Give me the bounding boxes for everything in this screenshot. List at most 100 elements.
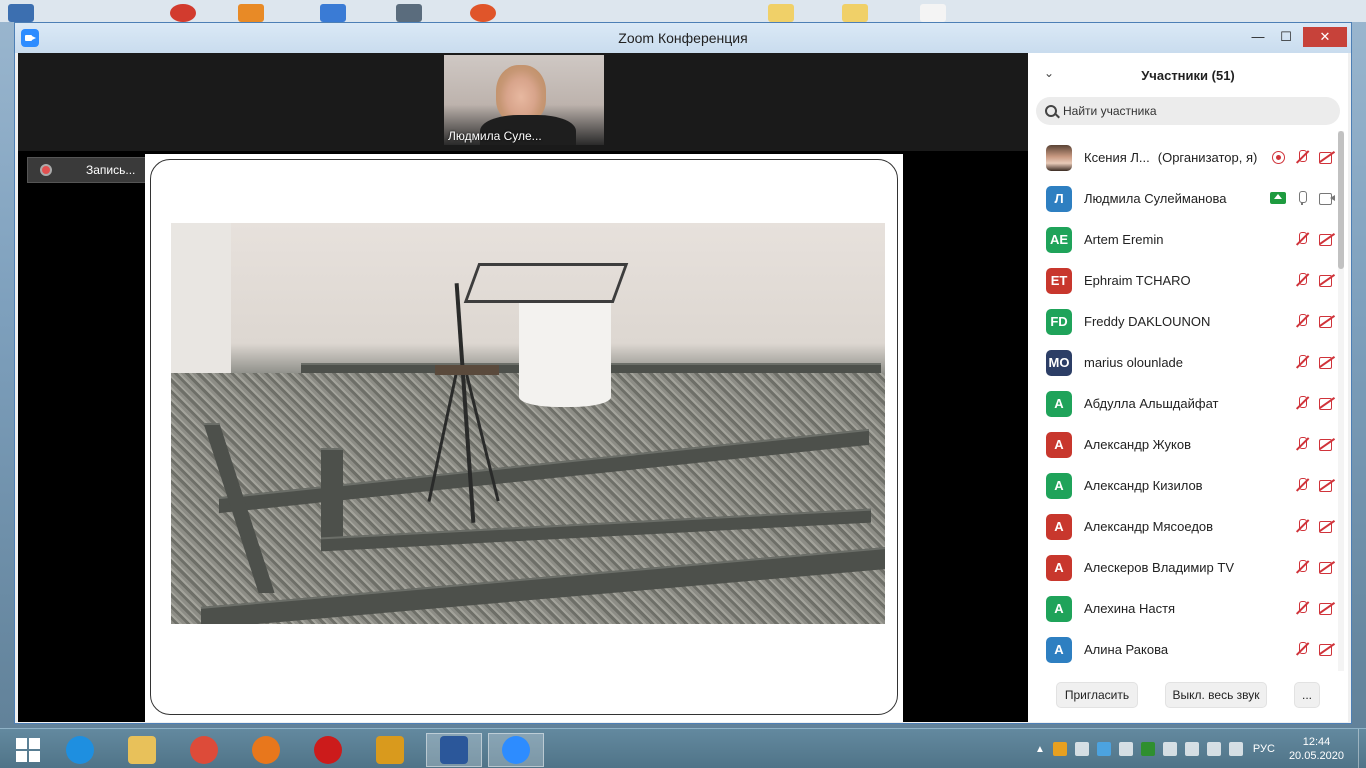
language-indicator[interactable]: РУС [1253, 743, 1275, 755]
desktop-shortcut-icon[interactable] [170, 4, 196, 22]
more-options-button[interactable]: ... [1294, 682, 1320, 708]
archive-icon-glyph [376, 736, 404, 764]
participant-row[interactable]: MO marius olounlade [1028, 342, 1338, 383]
minimize-button[interactable]: — [1245, 27, 1271, 47]
document-icon[interactable] [920, 4, 946, 22]
microphone-muted-icon[interactable] [1294, 559, 1310, 575]
network-icon[interactable] [1206, 742, 1221, 756]
desktop-shortcut-icon[interactable] [238, 4, 264, 22]
tray-expand-icon[interactable]: ▲ [1035, 744, 1045, 755]
participant-status-icons [1294, 436, 1334, 452]
internet-explorer-icon[interactable] [52, 733, 108, 767]
folder-icon[interactable] [768, 4, 794, 22]
opera-icon[interactable] [300, 733, 356, 767]
mute-all-button[interactable]: Выкл. весь звук [1165, 682, 1267, 708]
microphone-muted-icon[interactable] [1294, 518, 1310, 534]
microphone-muted-icon[interactable] [1294, 231, 1310, 247]
microphone-muted-icon[interactable] [1294, 149, 1310, 165]
participant-row[interactable]: A Александр Кизилов [1028, 465, 1338, 506]
desktop-shortcut-icon[interactable] [396, 4, 422, 22]
maximize-button[interactable]: ☐ [1273, 27, 1299, 47]
microphone-muted-icon[interactable] [1294, 395, 1310, 411]
microphone-muted-icon[interactable] [1294, 600, 1310, 616]
video-off-icon[interactable] [1318, 641, 1334, 657]
participant-row[interactable]: ET Ephraim TCHARO [1028, 260, 1338, 301]
video-icon[interactable] [1318, 190, 1335, 206]
participant-row[interactable]: A Александр Мясоедов [1028, 506, 1338, 547]
participant-status-icons [1294, 477, 1334, 493]
speaker-video-thumbnail[interactable]: Людмила Суле... [444, 55, 604, 145]
video-off-icon[interactable] [1318, 600, 1334, 616]
volume-icon[interactable] [1228, 742, 1243, 756]
recording-label: Запись... [86, 163, 136, 177]
nvidia-icon[interactable] [1140, 742, 1155, 756]
participant-row[interactable]: Л Людмила Сулейманова [1028, 178, 1338, 219]
zoom-window: Zoom Конференция — ☐ ✕ Людмила Суле... З… [14, 22, 1352, 724]
search-input[interactable] [1063, 104, 1323, 118]
word-icon[interactable] [426, 733, 482, 767]
participant-row[interactable]: AE Artem Eremin [1028, 219, 1338, 260]
avatar: A [1046, 472, 1072, 499]
video-off-icon[interactable] [1318, 395, 1334, 411]
tray-app-icon[interactable] [1052, 742, 1067, 756]
flag-icon[interactable] [1162, 742, 1177, 756]
microphone-muted-icon[interactable] [1294, 272, 1310, 288]
folder-icon[interactable] [842, 4, 868, 22]
tray-app-icon[interactable] [1096, 742, 1111, 756]
show-desktop-button[interactable] [1358, 729, 1366, 768]
tray-app-icon[interactable] [1074, 742, 1089, 756]
clock[interactable]: 12:44 20.05.2020 [1289, 735, 1344, 763]
video-off-icon[interactable] [1318, 559, 1334, 575]
microphone-muted-icon[interactable] [1294, 477, 1310, 493]
desktop-shortcut-icon[interactable] [320, 4, 346, 22]
scrollbar-thumb[interactable] [1338, 131, 1344, 269]
title-bar[interactable]: Zoom Конференция — ☐ ✕ [15, 23, 1351, 53]
microphone-muted-icon[interactable] [1294, 641, 1310, 657]
video-off-icon[interactable] [1318, 436, 1334, 452]
participant-row[interactable]: A Алина Ракова [1028, 629, 1338, 669]
microphone-muted-icon[interactable] [1294, 354, 1310, 370]
microphone-icon[interactable] [1294, 190, 1310, 206]
video-off-icon[interactable] [1318, 272, 1334, 288]
participant-search[interactable] [1036, 97, 1340, 125]
participant-status-icons [1294, 231, 1334, 247]
screen-share-icon[interactable] [1270, 192, 1286, 204]
zoom-icon[interactable] [488, 733, 544, 767]
file-explorer-icon-glyph [128, 736, 156, 764]
microphone-muted-icon[interactable] [1294, 436, 1310, 452]
desktop-shortcut-icon[interactable] [470, 4, 496, 22]
recording-icon[interactable] [1270, 149, 1286, 165]
participant-status-icons [1294, 518, 1334, 534]
participant-status-icons [1294, 641, 1334, 657]
video-off-icon[interactable] [1318, 313, 1334, 329]
participant-row[interactable]: A Александр Жуков [1028, 424, 1338, 465]
participant-row[interactable]: Ксения Л... (Организатор, я) [1028, 137, 1338, 178]
chrome-icon[interactable] [176, 733, 232, 767]
participant-row[interactable]: FD Freddy DAKLOUNON [1028, 301, 1338, 342]
participant-row[interactable]: A Абдулла Альшдайфат [1028, 383, 1338, 424]
file-explorer-icon[interactable] [114, 733, 170, 767]
desktop-shortcut-icon[interactable] [8, 4, 34, 22]
participant-name: Ксения Л... [1084, 150, 1150, 165]
participant-list-scrollbar[interactable] [1338, 131, 1344, 671]
participant-row[interactable]: A Алехина Настя [1028, 588, 1338, 629]
start-button[interactable] [0, 733, 56, 767]
video-off-icon[interactable] [1318, 231, 1334, 247]
firefox-icon[interactable] [238, 733, 294, 767]
microphone-muted-icon[interactable] [1294, 313, 1310, 329]
video-off-icon[interactable] [1318, 149, 1334, 165]
close-button[interactable]: ✕ [1303, 27, 1347, 47]
chevron-down-icon[interactable]: ⌄ [1044, 67, 1056, 79]
construction-3d-printer-photo [171, 223, 885, 624]
tray-app-icon[interactable] [1118, 742, 1133, 756]
archive-icon[interactable] [362, 733, 418, 767]
video-off-icon[interactable] [1318, 477, 1334, 493]
participants-title: Участники (51) [1141, 67, 1235, 83]
battery-icon[interactable] [1184, 742, 1199, 756]
video-off-icon[interactable] [1318, 354, 1334, 370]
invite-button[interactable]: Пригласить [1056, 682, 1138, 708]
printer-gantry [463, 263, 629, 303]
video-off-icon[interactable] [1318, 518, 1334, 534]
participant-row[interactable]: A Алескеров Владимир TV [1028, 547, 1338, 588]
avatar: A [1046, 513, 1072, 540]
